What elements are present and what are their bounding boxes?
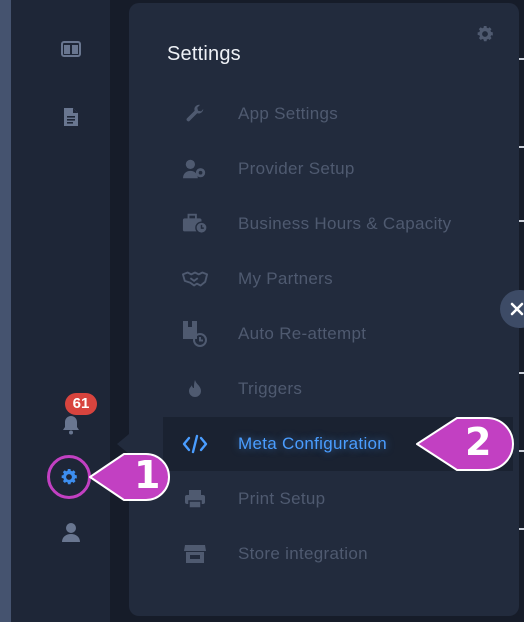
- columns-icon[interactable]: [60, 38, 82, 60]
- menu-item-store-integration[interactable]: Store integration: [163, 527, 513, 581]
- callout-marker-2: 2: [415, 412, 519, 476]
- code-icon: [181, 430, 209, 458]
- menu-item-label: My Partners: [238, 269, 333, 288]
- menu-item-label: App Settings: [238, 104, 338, 123]
- menu-item-auto-reattempt[interactable]: Auto Re-attempt: [163, 307, 513, 361]
- menu-item-label: Auto Re-attempt: [238, 324, 367, 343]
- wrench-icon: [181, 100, 209, 128]
- close-icon: [510, 302, 524, 316]
- bell-icon[interactable]: [60, 414, 82, 436]
- handshake-icon: [181, 265, 209, 293]
- notification-badge: 61: [65, 393, 97, 415]
- left-edge-strip: [0, 0, 11, 622]
- panel-title: Settings: [167, 43, 241, 65]
- user-gear-icon: [181, 155, 209, 183]
- menu-item-label: Print Setup: [238, 489, 326, 508]
- settings-panel: Settings App Settings Provider Setup Bus…: [129, 3, 519, 616]
- printer-icon: [181, 485, 209, 513]
- settings-gear-button[interactable]: [47, 455, 91, 499]
- store-icon: [181, 540, 209, 568]
- callout-number: 2: [465, 420, 492, 464]
- menu-item-provider-setup[interactable]: Provider Setup: [163, 142, 513, 196]
- user-icon[interactable]: [60, 521, 82, 543]
- menu-item-label: Meta Configuration: [238, 434, 388, 453]
- reattempt-icon: [181, 320, 209, 348]
- fire-icon: [181, 375, 209, 403]
- menu-item-label: Business Hours & Capacity: [238, 214, 452, 233]
- gear-icon[interactable]: [475, 24, 495, 49]
- menu-item-label: Triggers: [238, 379, 303, 398]
- menu-item-business-hours[interactable]: Business Hours & Capacity: [163, 197, 513, 251]
- callout-number: 1: [134, 453, 161, 497]
- menu-item-triggers[interactable]: Triggers: [163, 362, 513, 416]
- document-icon[interactable]: [60, 106, 82, 128]
- gear-icon: [61, 469, 77, 485]
- menu-item-my-partners[interactable]: My Partners: [163, 252, 513, 306]
- callout-marker-1: 1: [88, 448, 172, 506]
- menu-item-app-settings[interactable]: App Settings: [163, 87, 513, 141]
- sidebar: 61: [11, 0, 110, 622]
- menu-item-print-setup[interactable]: Print Setup: [163, 472, 513, 526]
- menu-item-label: Store integration: [238, 544, 368, 563]
- briefcase-clock-icon: [181, 210, 209, 238]
- menu-item-label: Provider Setup: [238, 159, 355, 178]
